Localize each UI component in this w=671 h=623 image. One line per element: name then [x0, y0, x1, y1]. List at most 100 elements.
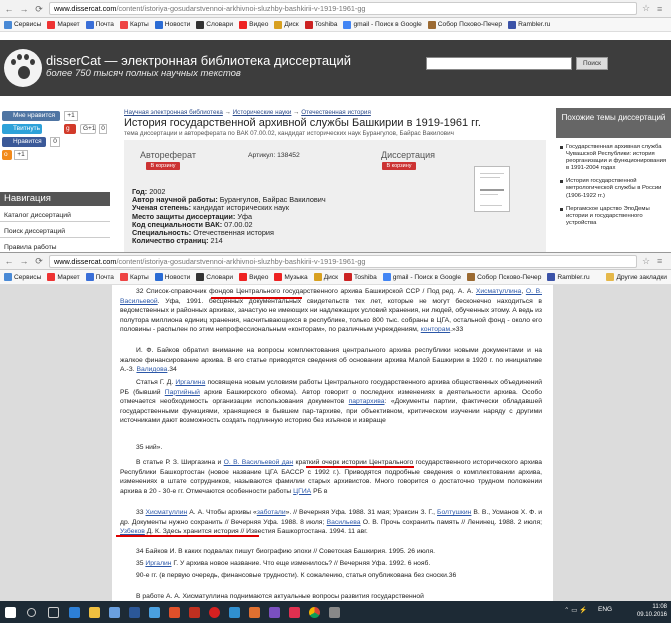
dissertation-cart-button[interactable]: В корзину — [382, 162, 416, 170]
bookmark-item[interactable]: Почта — [85, 20, 114, 29]
reload-icon[interactable]: ⟳ — [34, 4, 44, 14]
bookmark-item[interactable]: Диск — [274, 20, 299, 29]
bookmark-item[interactable]: Rambler.ru — [508, 20, 550, 29]
link-vasilyeva-2[interactable]: Васильева — [327, 519, 361, 526]
text-span: И. Ф. Байков обратил внимание на вопросы… — [120, 347, 542, 374]
bookmark-star-icon[interactable]: ☆ — [642, 3, 652, 14]
bookmark-star-icon[interactable]: ☆ — [642, 256, 652, 267]
site-title[interactable]: disserCat — электронная библиотека диссе… — [46, 53, 351, 68]
nav-item-catalog[interactable]: Каталог диссертаций — [0, 210, 110, 222]
bookmark-item[interactable]: Музыка — [274, 273, 308, 281]
fb-like-button[interactable]: Нравится — [2, 137, 46, 147]
windows-start-icon[interactable] — [0, 601, 20, 623]
task-view-icon[interactable] — [42, 601, 64, 623]
link-kontoram[interactable]: конторам — [421, 326, 450, 333]
bookmark-item[interactable]: Toshiba — [304, 20, 337, 29]
bookmark-item[interactable]: Rambler.ru — [547, 273, 590, 281]
favicon-icon — [382, 273, 391, 281]
gplus-button[interactable]: G+1 — [80, 124, 96, 134]
link-zabotali[interactable]: заботали — [257, 509, 286, 516]
other-bookmarks[interactable]: Другие закладки — [606, 273, 667, 281]
chrome-icon[interactable] — [304, 601, 324, 623]
forward-icon[interactable]: → — [19, 256, 29, 266]
bookmark-item[interactable]: Карты — [119, 20, 149, 29]
link-irgalina[interactable]: Иргалина — [175, 379, 205, 386]
link-irgalin[interactable]: Иргалин — [145, 560, 171, 567]
link-boltushkin[interactable]: Болтушкин — [437, 509, 471, 516]
bookmark-item[interactable]: Новости — [154, 273, 190, 281]
app-icon[interactable] — [184, 601, 204, 623]
reload-icon[interactable]: ⟳ — [34, 256, 44, 266]
favicon-icon — [344, 273, 353, 281]
bookmark-item[interactable]: Toshiba — [344, 273, 377, 281]
url-field[interactable]: www.dissercat.com/content/istoriya-gosud… — [49, 254, 637, 268]
app-icon[interactable] — [224, 601, 244, 623]
search-button[interactable]: Поиск — [576, 57, 608, 70]
bookmark-item[interactable]: Маркет — [47, 273, 80, 281]
breadcrumb-item[interactable]: Исторические науки — [233, 109, 292, 116]
meta-value: 214 — [208, 236, 223, 246]
bookmark-item[interactable]: Словари — [196, 20, 233, 29]
link-partiyny[interactable]: Партийный — [165, 389, 200, 396]
app-icon[interactable] — [144, 601, 164, 623]
opera-icon[interactable] — [204, 601, 224, 623]
bookmark-item[interactable]: gmail - Поиск в Google — [343, 20, 422, 29]
odnoklassniki-icon[interactable]: о — [2, 150, 12, 160]
related-item[interactable]: История государственной метрологической … — [560, 178, 668, 199]
back-icon[interactable]: ← — [4, 256, 14, 266]
bookmark-item[interactable]: Новости — [154, 20, 190, 29]
tray-icons[interactable]: ⌃ ▭ ⚡ — [564, 606, 587, 614]
input-language[interactable]: ENG — [598, 606, 612, 613]
bookmark-item[interactable]: Диск — [313, 273, 338, 281]
breadcrumb-item[interactable]: Отечественная история — [301, 109, 371, 116]
link-validova[interactable]: Валидова — [136, 366, 167, 373]
forward-icon[interactable]: → — [19, 4, 29, 14]
explorer-icon[interactable] — [84, 601, 104, 623]
search-icon[interactable] — [20, 601, 42, 623]
store-icon[interactable] — [104, 601, 124, 623]
paw-logo-icon[interactable] — [4, 49, 42, 87]
clock-time: 11:08 — [652, 604, 667, 610]
tweet-button[interactable]: Твитнуть — [2, 124, 42, 134]
vk-like-button[interactable]: Мне нравится — [2, 111, 60, 121]
bookmark-item[interactable]: Видео — [239, 20, 268, 29]
bookmark-item[interactable]: Почта — [85, 273, 114, 281]
nav-item-search[interactable]: Поиск диссертаций — [0, 226, 110, 238]
abstract-cart-button[interactable]: В корзину — [146, 162, 180, 170]
link-vasilyeva-dan[interactable]: О. В. Васильевой дан — [224, 459, 294, 466]
bookmark-item[interactable]: Карты — [119, 273, 149, 281]
bookmark-item[interactable]: Собор Псково-Печер — [427, 20, 502, 29]
bookmark-item[interactable]: Собор Псково-Печер — [467, 273, 541, 281]
url-field[interactable]: www.dissercat.com/content/istoriya-gosud… — [49, 2, 637, 15]
search-input[interactable] — [426, 57, 572, 70]
clock[interactable]: 11:08 09.10.2016 — [637, 603, 667, 619]
app-icon[interactable] — [284, 601, 304, 623]
menu-icon[interactable]: ≡ — [657, 4, 667, 14]
bookmark-item[interactable]: Видео — [239, 273, 268, 281]
link-khismatullina[interactable]: Хисматуллина — [476, 288, 521, 295]
related-item[interactable]: Государственная архивная служба Чувашско… — [560, 144, 668, 172]
bookmark-item[interactable]: Маркет — [47, 20, 80, 29]
app-icon[interactable] — [244, 601, 264, 623]
dissertation-thumbnail[interactable] — [474, 166, 510, 212]
link-khismatullin[interactable]: Хисматуллин — [146, 509, 188, 516]
link-partarhiva[interactable]: партархива — [349, 398, 385, 405]
related-item[interactable]: Пергамское царство ЭпоДемы истории и гос… — [560, 206, 668, 227]
app-icon[interactable] — [324, 601, 344, 623]
bookmark-item[interactable]: gmail - Поиск в Google — [382, 273, 461, 281]
back-icon[interactable]: ← — [4, 4, 14, 14]
text-span: Статья Г. Д. — [136, 379, 176, 386]
word-icon[interactable] — [124, 601, 144, 623]
bookmark-item[interactable]: Сервисы — [4, 273, 41, 281]
bookmark-label: Собор Псково-Печер — [477, 273, 542, 281]
app-icon[interactable] — [164, 601, 184, 623]
bookmark-item[interactable]: Словари — [196, 273, 233, 281]
app-icon[interactable] — [264, 601, 284, 623]
menu-icon[interactable]: ≡ — [657, 256, 667, 266]
gplus-icon[interactable]: g — [64, 124, 76, 134]
link-tsgia[interactable]: ЦГИА — [293, 488, 311, 495]
bookmark-item[interactable]: Сервисы — [4, 20, 41, 29]
breadcrumb-item[interactable]: Научная электронная библиотека — [124, 109, 223, 116]
favicon-icon — [85, 273, 94, 281]
edge-icon[interactable] — [64, 601, 84, 623]
